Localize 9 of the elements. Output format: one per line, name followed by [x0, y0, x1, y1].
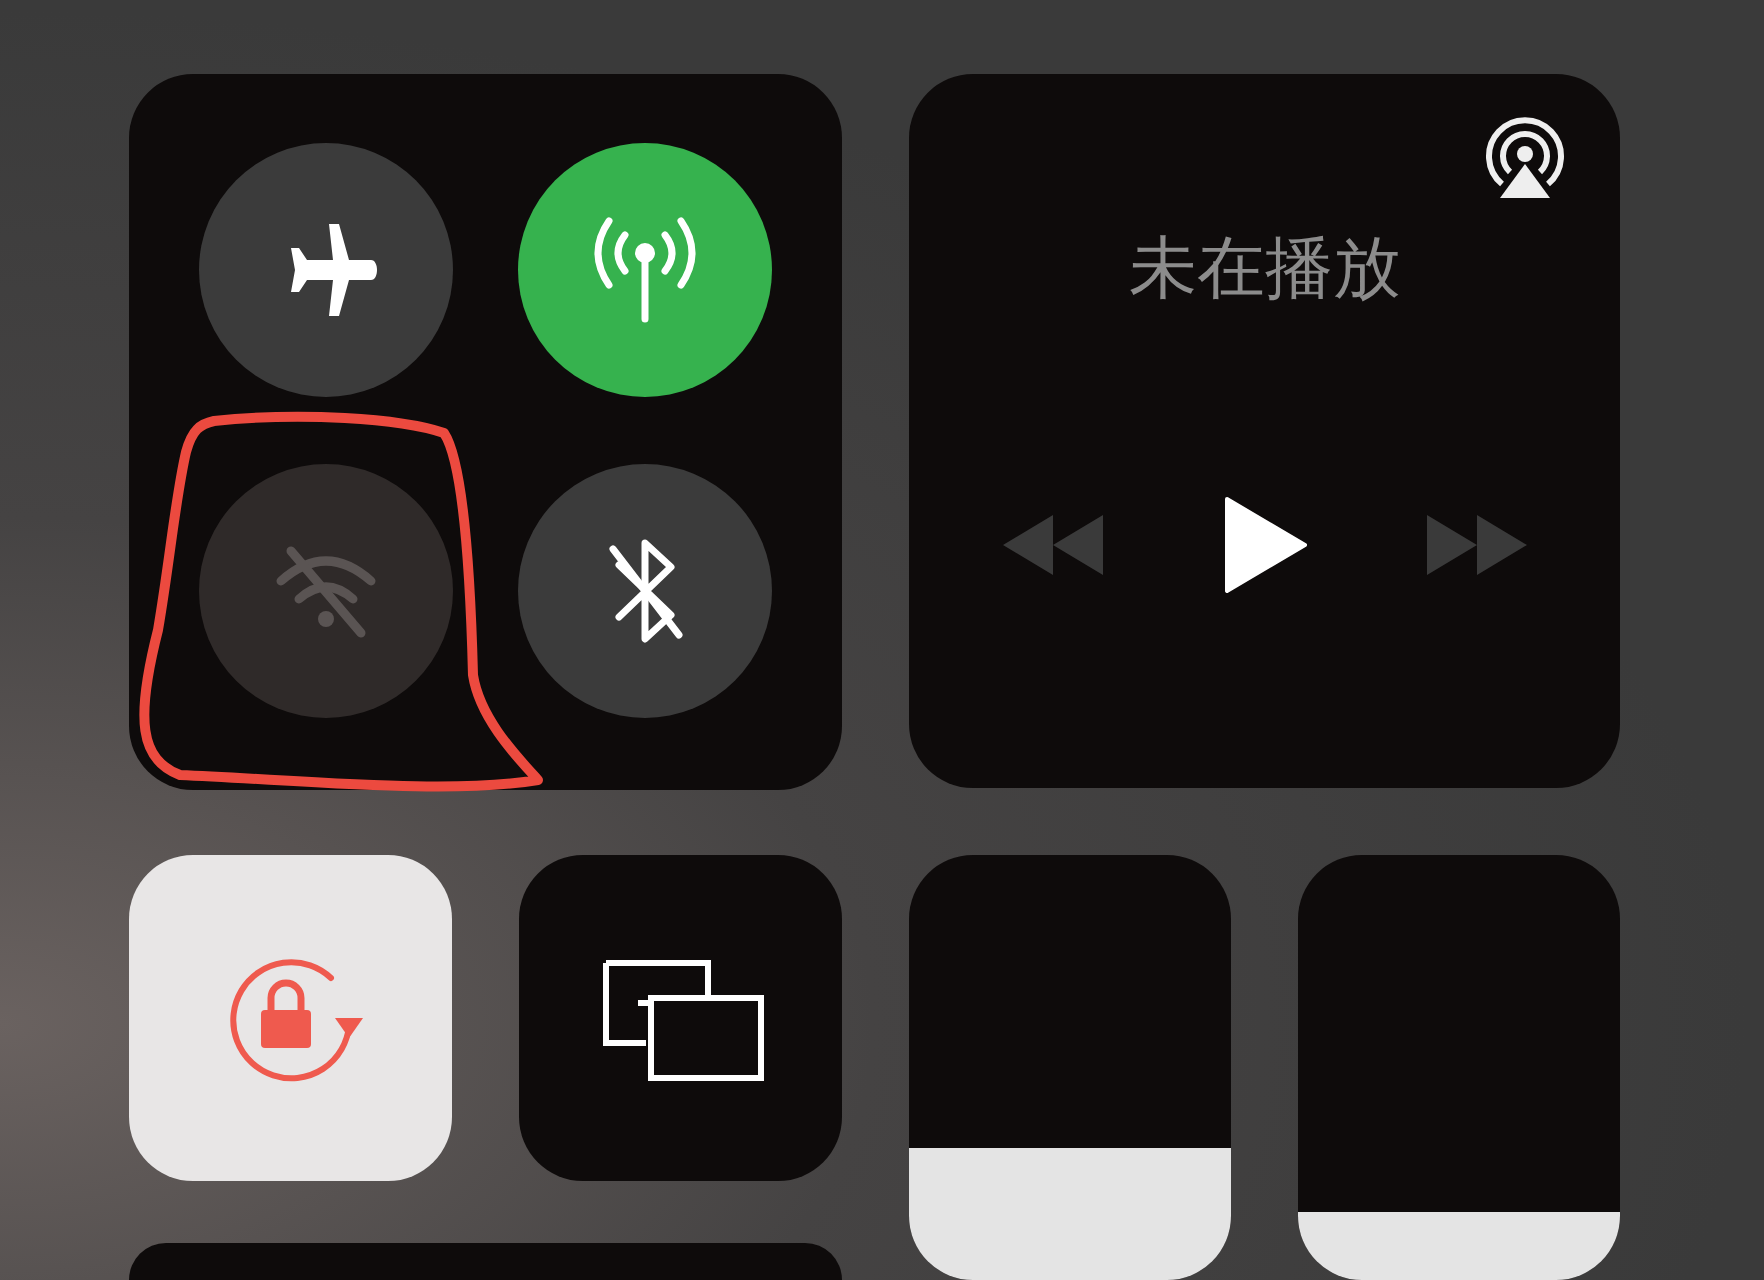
now-playing-status: 未在播放	[1128, 234, 1401, 302]
screen-mirroring-toggle[interactable]	[519, 855, 842, 1181]
fast-forward-icon	[1426, 515, 1527, 575]
rewind-icon	[1002, 515, 1103, 575]
slider[interactable]	[909, 855, 1231, 1280]
slider[interactable]	[1298, 855, 1620, 1280]
play-icon	[1222, 497, 1307, 593]
rotation-lock-toggle[interactable]	[129, 855, 452, 1181]
play-button[interactable]	[1222, 497, 1307, 593]
